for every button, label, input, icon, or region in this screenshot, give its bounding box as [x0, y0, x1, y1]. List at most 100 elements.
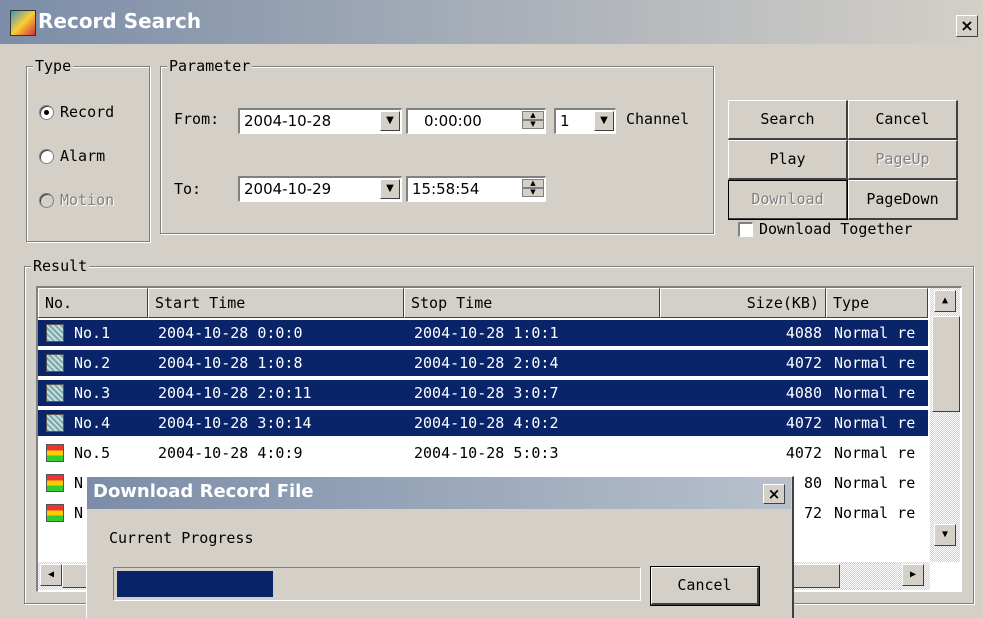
table-row[interactable]: No.4 2004-10-28 3:0:14 2004-10-28 4:0:2 407…	[38, 410, 928, 436]
pagedown-button[interactable]: PageDown	[848, 180, 958, 220]
from-time-value: 0:00:00	[424, 112, 482, 130]
table-row[interactable]: No.2 2004-10-28 1:0:8 2004-10-28 2:0:4 4072…	[38, 350, 928, 376]
dialog-title: Download Record File	[93, 481, 314, 502]
cell-stop: 2004-10-28 1:0:1	[414, 324, 559, 342]
cell-start: 2004-10-28 3:0:14	[158, 414, 312, 432]
cell-size: 4080	[785, 384, 822, 402]
chevron-down-icon[interactable]: ▼	[380, 111, 400, 131]
close-button[interactable]: ×	[956, 15, 978, 37]
scroll-right-icon[interactable]: ▶	[902, 564, 924, 586]
spin-down-icon[interactable]: ▼	[522, 120, 544, 129]
from-time-spinner[interactable]: 0:00:00 ▲ ▼	[406, 108, 546, 134]
cell-no: No.1	[74, 324, 111, 342]
table-row[interactable]: No.3 2004-10-28 2:0:11 2004-10-28 3:0:7 408…	[38, 380, 928, 406]
spin-buttons[interactable]: ▲ ▼	[522, 111, 544, 131]
cell-no: N	[74, 504, 84, 522]
pageup-button: PageUp	[848, 140, 958, 180]
result-legend: Result	[31, 257, 90, 275]
radio-motion: Motion	[39, 191, 114, 209]
cell-stop: 2004-10-28 2:0:4	[414, 354, 559, 372]
to-time-value: 15:58:54	[412, 180, 480, 198]
to-date-value: 2004-10-29	[244, 180, 332, 198]
play-button[interactable]: Play	[728, 140, 848, 180]
cell-type: Normal re	[834, 384, 916, 402]
column-header-no[interactable]: No.	[38, 288, 148, 318]
cell-no: No.2	[74, 354, 111, 372]
cell-type: Normal re	[834, 504, 916, 522]
cell-stop: 2004-10-28 4:0:2	[414, 414, 559, 432]
radio-motion-indicator	[39, 192, 54, 208]
column-header-start-time[interactable]: Start Time	[148, 288, 404, 318]
channel-select[interactable]: 1 ▼	[554, 108, 616, 134]
checkbox-box[interactable]	[738, 221, 753, 237]
download-dialog: Download Record File × Current Progress …	[86, 476, 794, 618]
radio-record-label: Record	[60, 103, 115, 121]
radio-record-indicator[interactable]	[39, 104, 54, 120]
progress-bar	[113, 567, 641, 601]
cell-start: 2004-10-28 4:0:9	[158, 444, 303, 462]
record-file-icon	[46, 414, 64, 432]
progress-label: Current Progress	[109, 529, 254, 547]
cell-no: No.3	[74, 384, 111, 402]
record-file-icon	[46, 504, 64, 522]
radio-alarm-indicator[interactable]	[39, 148, 54, 164]
vertical-scroll-thumb[interactable]	[932, 316, 960, 412]
cell-no: No.5	[74, 444, 111, 462]
spin-buttons[interactable]: ▲ ▼	[522, 179, 544, 199]
type-legend: Type	[33, 57, 74, 75]
radio-alarm[interactable]: Alarm	[39, 147, 105, 165]
column-header-stop-time[interactable]: Stop Time	[404, 288, 660, 318]
chevron-down-icon[interactable]: ▼	[380, 179, 400, 199]
cell-no: N	[74, 474, 84, 492]
to-date-picker[interactable]: 2004-10-29 ▼	[238, 176, 402, 202]
scroll-up-icon[interactable]: ▲	[934, 290, 956, 312]
dialog-close-button[interactable]: ×	[763, 484, 785, 504]
progress-bar-fill	[117, 571, 273, 597]
scroll-down-icon[interactable]: ▼	[934, 524, 956, 546]
parameter-legend: Parameter	[167, 57, 253, 75]
type-group: Type Record Alarm Motion	[26, 57, 150, 242]
from-label: From:	[174, 110, 220, 128]
cell-start: 2004-10-28 2:0:11	[158, 384, 312, 402]
record-file-icon	[46, 324, 64, 342]
cell-stop: 2004-10-28 3:0:7	[414, 384, 559, 402]
chevron-down-icon[interactable]: ▼	[594, 111, 614, 131]
cell-type: Normal re	[834, 324, 916, 342]
table-row[interactable]: No.5 2004-10-28 4:0:9 2004-10-28 5:0:3 4072…	[38, 440, 928, 466]
spin-down-icon[interactable]: ▼	[522, 188, 544, 197]
search-button[interactable]: Search	[728, 100, 848, 140]
table-row[interactable]: No.1 2004-10-28 0:0:0 2004-10-28 1:0:1 4088…	[38, 320, 928, 346]
cell-size: 4072	[785, 444, 822, 462]
radio-alarm-label: Alarm	[60, 147, 106, 165]
download-together-label: Download Together	[759, 220, 913, 238]
column-header-size[interactable]: Size(KB)	[660, 288, 826, 318]
cell-type: Normal re	[834, 354, 916, 372]
cell-start: 2004-10-28 0:0:0	[158, 324, 303, 342]
dialog-cancel-button[interactable]: Cancel	[650, 566, 760, 606]
column-header-type[interactable]: Type	[826, 288, 928, 318]
download-button: Download	[728, 180, 848, 220]
window-title: Record Search	[38, 9, 202, 33]
cell-type: Normal re	[834, 444, 916, 462]
channel-value: 1	[560, 112, 570, 130]
app-icon	[10, 10, 36, 36]
radio-record[interactable]: Record	[39, 103, 114, 121]
spin-up-icon[interactable]: ▲	[522, 179, 544, 188]
record-file-icon	[46, 354, 64, 372]
channel-label: Channel	[626, 110, 690, 128]
cell-start: 2004-10-28 1:0:8	[158, 354, 303, 372]
record-file-icon	[46, 474, 64, 492]
from-date-picker[interactable]: 2004-10-28 ▼	[238, 108, 402, 134]
spin-up-icon[interactable]: ▲	[522, 111, 544, 120]
record-file-icon	[46, 384, 64, 402]
cell-type: Normal re	[834, 414, 916, 432]
cell-size: 4072	[785, 414, 822, 432]
scroll-left-icon[interactable]: ◀	[40, 564, 62, 586]
cell-no: No.4	[74, 414, 111, 432]
record-file-icon	[46, 444, 64, 462]
from-date-value: 2004-10-28	[244, 112, 332, 130]
to-time-spinner[interactable]: 15:58:54 ▲ ▼	[406, 176, 546, 202]
cell-size: 4072	[785, 354, 822, 372]
cancel-button[interactable]: Cancel	[848, 100, 958, 140]
download-together-checkbox[interactable]: Download Together	[738, 220, 913, 238]
